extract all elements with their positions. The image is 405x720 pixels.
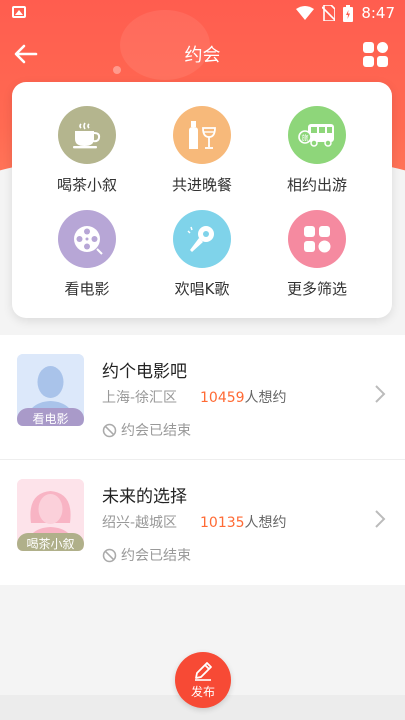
category-menu-icon[interactable]: [363, 42, 389, 68]
count-number: 10459: [200, 390, 245, 406]
chevron-right-icon: [375, 510, 386, 528]
category-travel[interactable]: 旅 相约出游: [262, 106, 372, 195]
status-bar: 8:47: [0, 0, 405, 28]
status-text: 约会已结束: [121, 548, 191, 564]
category-label: 相约出游: [286, 176, 347, 194]
category-tea[interactable]: 喝茶小叙: [32, 106, 142, 195]
item-title: 约个电影吧: [102, 362, 187, 382]
count-number: 10135: [200, 515, 245, 531]
film-reel-icon: [58, 210, 116, 268]
category-dinner[interactable]: 共进晚餐: [147, 106, 257, 195]
category-movie[interactable]: 看电影: [32, 210, 142, 299]
category-more[interactable]: 更多筛选: [262, 210, 372, 299]
publish-button[interactable]: 发布: [175, 652, 231, 708]
status-text: 约会已结束: [121, 423, 191, 439]
avatar-tag: 看电影: [17, 408, 84, 426]
category-label: 喝茶小叙: [56, 176, 117, 194]
wifi-icon: [296, 6, 315, 20]
male-avatar-icon: 看电影: [17, 354, 84, 426]
grid-icon: [288, 210, 346, 268]
battery-icon: [343, 4, 354, 22]
tea-cup-icon: [58, 106, 116, 164]
category-label: 欢唱K歌: [174, 280, 230, 298]
avatar-tag: 喝茶小叙: [17, 533, 84, 551]
list-item[interactable]: 看电影 约个电影吧 上海-徐汇区 10459人想约 约会已结束: [0, 335, 405, 459]
no-sim-icon: [322, 5, 336, 21]
svg-text:旅: 旅: [302, 133, 309, 142]
count-suffix: 人想约: [244, 515, 287, 531]
publish-label: 发布: [190, 685, 215, 699]
item-location: 上海-徐汇区: [102, 390, 178, 406]
chevron-right-icon: [375, 385, 386, 403]
item-status: 约会已结束: [102, 420, 191, 440]
pencil-icon: [195, 662, 212, 681]
item-count: 10135人想约: [200, 512, 287, 532]
date-list: 看电影 约个电影吧 上海-徐汇区 10459人想约 约会已结束 喝茶小叙 未来的…: [0, 335, 405, 585]
category-label: 共进晚餐: [171, 176, 232, 194]
page-title: 约会: [184, 45, 221, 66]
item-location: 绍兴-越城区: [102, 515, 178, 531]
category-card: 喝茶小叙 共进晚餐 旅 相约出游 看电影 欢唱K歌 更多筛选: [12, 82, 392, 318]
list-item[interactable]: 喝茶小叙 未来的选择 绍兴-越城区 10135人想约 约会已结束: [0, 459, 405, 584]
count-suffix: 人想约: [244, 390, 287, 406]
item-title: 未来的选择: [102, 487, 187, 507]
item-count: 10459人想约: [200, 387, 287, 407]
wine-icon: [173, 106, 231, 164]
nav-bar: 约会: [0, 28, 405, 80]
category-label: 更多筛选: [286, 280, 347, 298]
category-label: 看电影: [64, 280, 110, 298]
microphone-icon: [173, 210, 231, 268]
item-status: 约会已结束: [102, 545, 191, 565]
status-time: 8:47: [361, 4, 395, 22]
ban-icon: [102, 548, 117, 562]
female-avatar-icon: 喝茶小叙: [17, 479, 84, 551]
gallery-icon: [12, 6, 26, 18]
tour-bus-icon: 旅: [288, 106, 346, 164]
ban-icon: [102, 423, 117, 437]
category-karaoke[interactable]: 欢唱K歌: [147, 210, 257, 299]
